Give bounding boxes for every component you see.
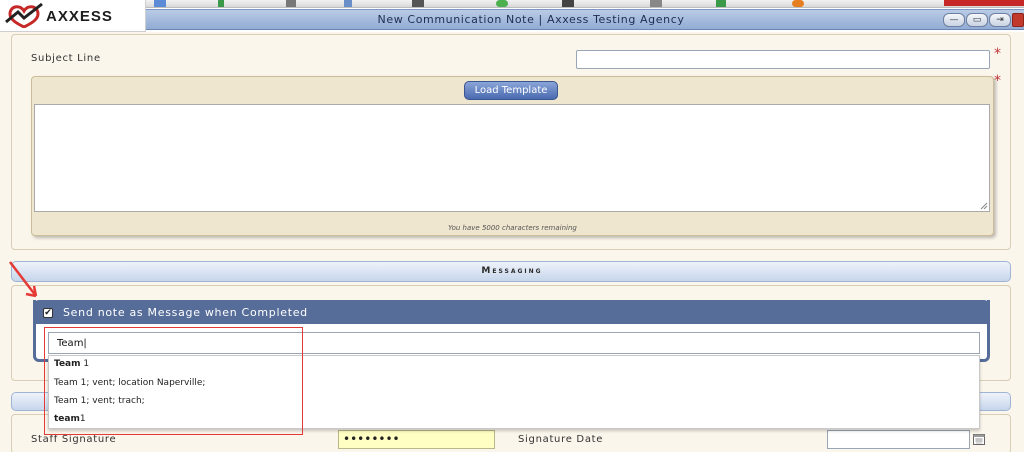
close-button[interactable] <box>1012 13 1024 27</box>
minimize-button[interactable]: — <box>943 13 965 27</box>
staff-signature-input[interactable]: •••••••• <box>338 430 495 449</box>
pin-button[interactable]: ⇥ <box>989 13 1011 27</box>
app-root: AXXESS New Communication Note | Axxess T… <box>0 0 1024 452</box>
logo-text: AXXESS <box>46 8 113 25</box>
toolbar-red-tab[interactable] <box>944 0 1024 6</box>
note-required-mark: * <box>994 73 1001 89</box>
subject-required-mark: * <box>994 46 1001 62</box>
note-text-area[interactable] <box>34 104 990 212</box>
signature-date-label: Signature Date <box>518 434 604 445</box>
resize-grip-icon[interactable] <box>980 202 988 210</box>
toolbar-icon-8[interactable] <box>650 0 662 7</box>
load-template-button[interactable]: Load Template <box>464 81 558 100</box>
toolbar-icon-5[interactable] <box>412 0 424 7</box>
toolbar-icon-9[interactable] <box>716 0 726 7</box>
toolbar-icon-4[interactable] <box>344 0 352 7</box>
toolbar-icon-10[interactable] <box>792 0 804 7</box>
logo-heart-icon <box>5 2 43 28</box>
signature-date-input[interactable] <box>827 430 970 449</box>
window-title: New Communication Note | Axxess Testing … <box>377 13 685 26</box>
send-as-message-checkbox[interactable]: ✔ <box>43 308 53 318</box>
toolbar-icon-2[interactable] <box>218 0 224 7</box>
axxess-logo[interactable]: AXXESS <box>0 0 146 32</box>
toolbar-icon-7[interactable] <box>562 0 574 7</box>
toolbar-icon-3[interactable] <box>286 0 296 7</box>
annotation-highlight-box <box>44 327 303 435</box>
window-controls: — ▭ ⇥ <box>943 13 1024 27</box>
staff-signature-label: Staff Signature <box>31 434 117 445</box>
calendar-icon[interactable] <box>973 433 985 445</box>
messaging-section-title: Messaging <box>481 266 543 276</box>
restore-button[interactable]: ▭ <box>966 13 988 27</box>
subject-line-input[interactable] <box>576 50 990 69</box>
send-as-message-label[interactable]: Send note as Message when Completed <box>63 306 308 319</box>
toolbar-icon-1[interactable] <box>154 0 166 7</box>
characters-remaining-text: You have 5000 characters remaining <box>448 224 577 232</box>
annotation-arrow-icon <box>9 261 38 298</box>
window-title-bar: New Communication Note | Axxess Testing … <box>146 9 1024 30</box>
messaging-section-header: Messaging <box>11 261 1011 282</box>
subject-line-label: Subject Line <box>31 53 101 64</box>
toolbar-icon-6[interactable] <box>496 0 508 7</box>
toolbar-strip <box>146 0 1024 8</box>
